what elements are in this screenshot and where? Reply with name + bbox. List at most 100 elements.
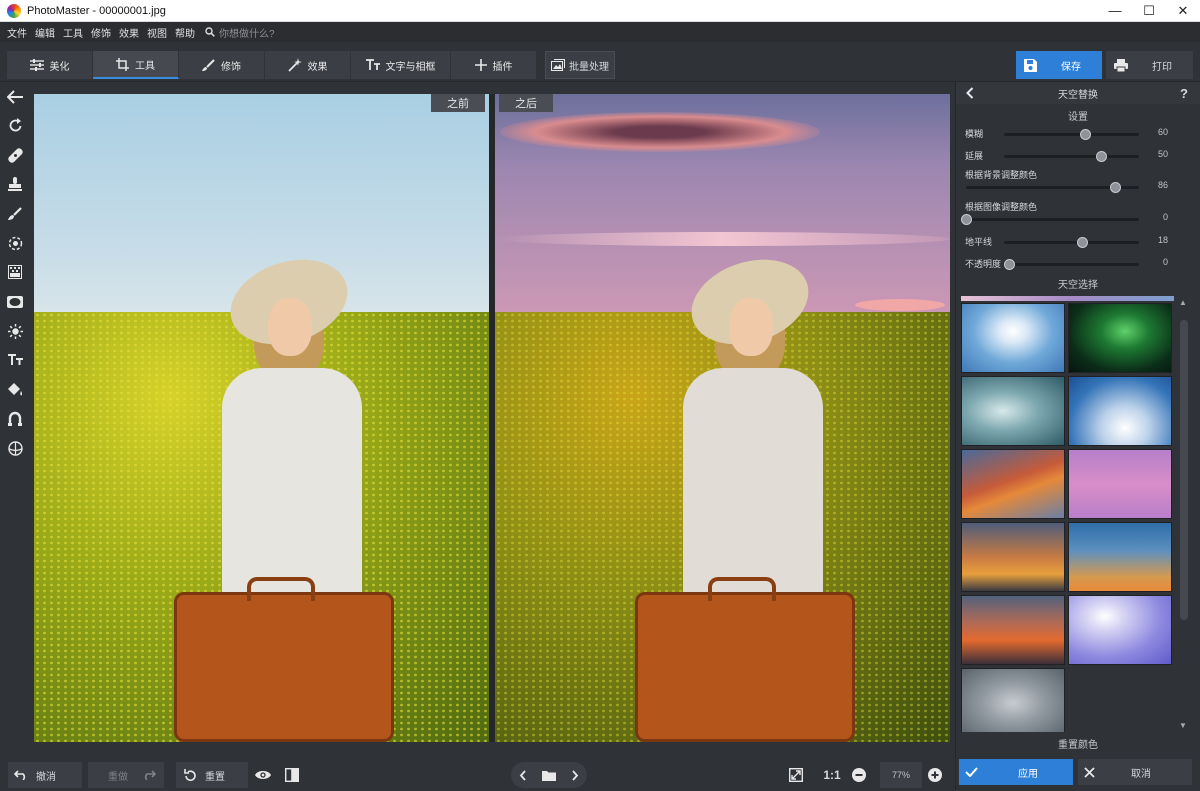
apply-button[interactable]: 应用	[959, 759, 1073, 785]
menu-item-help[interactable]: 帮助	[175, 25, 195, 40]
fill-tool[interactable]	[0, 375, 30, 404]
preview-toggle[interactable]	[255, 762, 279, 788]
radial-tool[interactable]	[0, 228, 30, 257]
sky-thumbnail[interactable]	[1068, 595, 1172, 665]
vignette-tool[interactable]	[0, 287, 30, 316]
help-button[interactable]: ?	[1180, 86, 1188, 101]
sky-thumbnail[interactable]	[961, 376, 1065, 446]
print-button[interactable]: 打印	[1106, 51, 1193, 79]
image-stack-icon	[551, 59, 565, 71]
slider-track[interactable]	[1004, 129, 1139, 140]
slider-handle[interactable]	[1077, 237, 1089, 248]
lasso-tool[interactable]	[0, 404, 30, 433]
sky-tool[interactable]	[0, 434, 30, 463]
tab-text-frames[interactable]: 文字与相框	[351, 51, 451, 79]
sky-thumbnail[interactable]	[961, 303, 1065, 373]
compare-toggle[interactable]	[284, 762, 308, 788]
brush-tool[interactable]	[0, 199, 30, 228]
slider-track[interactable]	[966, 182, 1139, 193]
sky-thumbnail[interactable]	[1068, 376, 1172, 446]
woman-figure	[635, 245, 855, 742]
sky-thumbnail[interactable]	[961, 668, 1065, 732]
undo-button[interactable]: 撤消	[8, 762, 82, 788]
slider-handle[interactable]	[1109, 182, 1121, 193]
rotate-tool[interactable]	[0, 111, 30, 140]
slider-handle[interactable]	[1004, 259, 1016, 270]
redo-button[interactable]: 重做	[88, 762, 164, 788]
zoom-in-button[interactable]	[928, 762, 950, 788]
slider-image-color[interactable]: 根据图像调整颜色 0	[956, 198, 1200, 230]
bandage-icon	[7, 147, 23, 163]
canvas-area[interactable]: 之前 之后	[30, 82, 955, 744]
tab-label: 修饰	[221, 61, 241, 73]
menu-item-edit[interactable]: 编辑	[35, 25, 55, 40]
tab-retouch[interactable]: 修饰	[179, 51, 265, 79]
tab-label: 插件	[492, 61, 513, 73]
menu-item-view[interactable]: 视图	[147, 25, 167, 40]
sky-thumbnail[interactable]	[1068, 303, 1172, 373]
window-title: PhotoMaster - 00000001.jpg	[27, 4, 166, 17]
after-photo[interactable]: 之后	[495, 94, 950, 742]
back-arrow-button[interactable]	[0, 82, 30, 111]
zoom-out-button[interactable]	[852, 762, 874, 788]
reset-sky-button[interactable]: 重置颜色	[956, 736, 1200, 751]
menu-item-effects[interactable]: 效果	[119, 25, 139, 40]
vignette-icon	[7, 295, 23, 308]
close-button[interactable]: ✕	[1166, 0, 1200, 21]
healing-tool[interactable]	[0, 141, 30, 170]
fit-to-screen-button[interactable]	[788, 762, 812, 788]
light-tool[interactable]	[0, 316, 30, 345]
slider-opacity[interactable]: 不透明度 0	[956, 252, 1200, 274]
tab-enhance[interactable]: 美化	[7, 51, 93, 79]
sky-thumbnail[interactable]	[1068, 522, 1172, 592]
save-button[interactable]: 保存	[1016, 51, 1102, 79]
minimize-button[interactable]: —	[1098, 0, 1132, 21]
main-toolbar: 美化 工具 修饰 效果 文字与相框 插件 批量处理 保存 打印	[0, 42, 1200, 82]
clone-stamp-tool[interactable]	[0, 170, 30, 199]
cancel-label: 取消	[1131, 768, 1151, 780]
sky-thumbnail[interactable]	[961, 522, 1065, 592]
text-tool[interactable]	[0, 346, 30, 375]
slider-extend[interactable]: 延展 50	[956, 144, 1200, 166]
sky-thumbnail[interactable]	[961, 595, 1065, 665]
thumbnail-scrollbar[interactable]: ▲ ▼	[1176, 296, 1192, 732]
undo-icon	[14, 770, 26, 780]
slider-handle[interactable]	[1096, 151, 1108, 162]
sky-selection-heading: 天空选择	[1058, 280, 1098, 291]
menu-search[interactable]: 你想做什么?	[205, 25, 275, 40]
menu-item-file[interactable]: 文件	[7, 25, 27, 40]
tab-tools[interactable]: 工具	[93, 51, 179, 79]
slider-track[interactable]	[1004, 151, 1139, 162]
reset-label: 重置	[205, 771, 225, 783]
tab-plugins[interactable]: 插件	[451, 51, 537, 79]
slider-handle[interactable]	[961, 214, 972, 225]
menu-item-retouch[interactable]: 修饰	[91, 25, 111, 40]
slider-track[interactable]	[961, 214, 1139, 225]
slider-blur[interactable]: 模糊 60	[956, 122, 1200, 144]
reset-button[interactable]: 重置	[176, 762, 248, 788]
menu-item-tools[interactable]: 工具	[63, 25, 83, 40]
scroll-down-icon[interactable]: ▼	[1179, 721, 1187, 730]
slider-horizon[interactable]: 地平线 18	[956, 230, 1200, 252]
slider-track[interactable]	[1004, 259, 1139, 270]
maximize-button[interactable]: ☐	[1132, 0, 1166, 21]
batch-process-button[interactable]: 批量处理	[545, 51, 615, 79]
tab-effects[interactable]: 效果	[265, 51, 351, 79]
slider-track[interactable]	[1004, 237, 1139, 248]
before-photo[interactable]: 之前	[34, 94, 489, 742]
close-icon	[1084, 766, 1095, 778]
sky-thumbnail[interactable]	[961, 449, 1065, 519]
chevron-left-icon[interactable]	[519, 769, 527, 781]
zoom-level[interactable]: 77%	[880, 762, 922, 788]
gradient-tool[interactable]	[0, 258, 30, 287]
scroll-up-icon[interactable]: ▲	[1179, 298, 1187, 307]
scrollbar-thumb[interactable]	[1180, 320, 1188, 620]
folder-icon[interactable]	[541, 770, 556, 781]
chevron-right-icon[interactable]	[571, 769, 579, 781]
actual-size-button[interactable]: 1:1	[818, 762, 846, 788]
sky-thumbnail[interactable]	[1068, 449, 1172, 519]
chevron-left-icon[interactable]	[966, 87, 974, 99]
slider-bg-color[interactable]: 根据背景调整颜色 86	[956, 166, 1200, 198]
cancel-button[interactable]: 取消	[1078, 759, 1192, 785]
slider-handle[interactable]	[1080, 129, 1091, 140]
